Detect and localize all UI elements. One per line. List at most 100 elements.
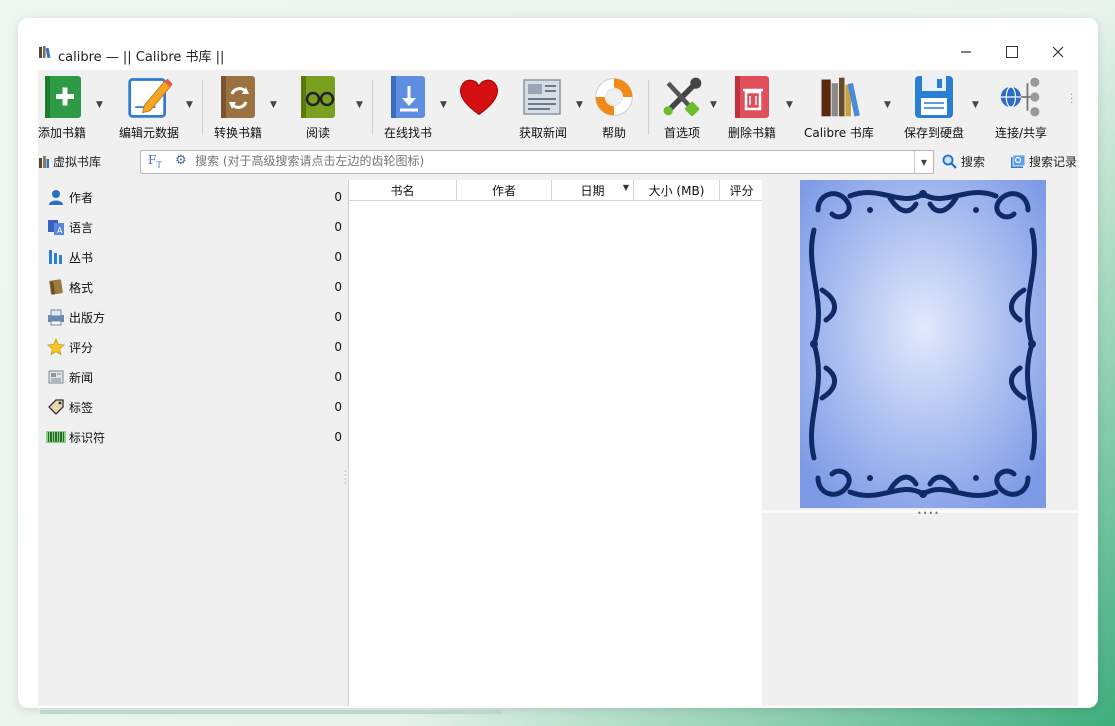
tag-category-languages[interactable]: A 语言 0 bbox=[46, 212, 342, 242]
connect-share-label: 连接/共享 bbox=[994, 126, 1048, 140]
tag-count: 0 bbox=[334, 400, 342, 414]
column-header-author[interactable]: 作者 bbox=[457, 180, 552, 200]
column-header-title[interactable]: 书名 bbox=[349, 180, 457, 200]
tag-category-news[interactable]: 新闻 0 bbox=[46, 362, 342, 392]
calibre-library-menu-arrow[interactable]: ▼ bbox=[884, 100, 892, 110]
tag-label: 作者 bbox=[69, 190, 94, 205]
fetch-news-label: 获取新闻 bbox=[518, 126, 567, 140]
book-details-area bbox=[762, 514, 1078, 706]
get-books-button[interactable]: 在线找书 bbox=[378, 72, 438, 142]
tag-label: 新闻 bbox=[69, 370, 94, 385]
remove-books-label: 删除书籍 bbox=[727, 126, 776, 140]
fetch-news-button[interactable]: 获取新闻 bbox=[514, 72, 572, 142]
tag-category-publisher[interactable]: 出版方 0 bbox=[46, 302, 342, 332]
person-icon bbox=[49, 190, 63, 205]
column-size-label: 大小 (MB) bbox=[648, 183, 705, 198]
maximize-icon bbox=[1006, 46, 1018, 58]
library-books-icon bbox=[821, 77, 860, 117]
edit-metadata-menu-arrow[interactable]: ▼ bbox=[186, 100, 194, 110]
tag-count: 0 bbox=[334, 250, 342, 264]
star-icon bbox=[47, 338, 65, 356]
add-book-icon bbox=[45, 76, 81, 118]
saved-searches-button[interactable]: 搜索记录 bbox=[1010, 153, 1077, 170]
column-header-rating[interactable]: 评分 bbox=[720, 180, 763, 200]
tag-browser: 作者 0 A 语言 0 丛书 0 格式 0 出版方 0 评分 0 新闻 0 标签… bbox=[38, 180, 348, 706]
tag-category-authors[interactable]: 作者 0 bbox=[46, 182, 342, 212]
donate-button[interactable] bbox=[452, 72, 506, 142]
save-to-disk-label: 保存到硬盘 bbox=[903, 126, 964, 140]
languages-icon: A bbox=[48, 220, 64, 235]
edit-metadata-label: 编辑元数据 bbox=[118, 126, 179, 140]
calibre-library-button[interactable]: Calibre 书库 bbox=[800, 72, 878, 142]
tag-category-series[interactable]: 丛书 0 bbox=[46, 242, 342, 272]
tag-category-tags[interactable]: 标签 0 bbox=[46, 392, 342, 422]
column-header-date[interactable]: 日期 ▼ bbox=[552, 180, 634, 200]
toolbar-separator bbox=[648, 80, 649, 135]
column-header-size[interactable]: 大小 (MB) bbox=[634, 180, 720, 200]
search-box: FT ⚙ bbox=[140, 150, 918, 174]
search-history-dropdown[interactable]: ▼ bbox=[914, 150, 934, 174]
fetch-news-menu-arrow[interactable]: ▼ bbox=[576, 100, 584, 110]
remove-books-menu-arrow[interactable]: ▼ bbox=[786, 100, 794, 110]
calibre-main-window: calibre — || Calibre 书库 || 添加书籍 ▼ 编辑元数据 … bbox=[18, 18, 1098, 708]
left-splitter-handle[interactable]: · · · · bbox=[344, 468, 347, 488]
tag-count: 0 bbox=[334, 190, 342, 204]
save-to-disk-button[interactable]: 保存到硬盘 bbox=[898, 72, 970, 142]
search-icon bbox=[942, 154, 957, 169]
remove-books-icon bbox=[735, 76, 769, 118]
tag-label: 标识符 bbox=[69, 430, 106, 445]
tag-count: 0 bbox=[334, 370, 342, 384]
main-toolbar: 添加书籍 ▼ 编辑元数据 ▼ 转换书籍 ▼ 阅读 ▼ 在线找书 ▼ 获取新闻 ▼… bbox=[38, 70, 1078, 144]
tag-category-formats[interactable]: 格式 0 bbox=[46, 272, 342, 302]
full-text-search-icon[interactable]: FT bbox=[148, 153, 162, 169]
help-button[interactable]: 帮助 bbox=[588, 72, 640, 142]
virtual-library-button[interactable]: 虚拟书库 bbox=[38, 153, 101, 170]
advanced-search-gear-icon[interactable]: ⚙ bbox=[175, 153, 187, 168]
add-books-label: 添加书籍 bbox=[37, 126, 86, 140]
series-icon bbox=[49, 250, 62, 264]
preferences-menu-arrow[interactable]: ▼ bbox=[710, 100, 718, 110]
minimize-button[interactable] bbox=[954, 40, 978, 64]
connect-share-button[interactable]: 连接/共享 bbox=[986, 72, 1056, 142]
remove-books-button[interactable]: 删除书籍 bbox=[722, 72, 782, 142]
tag-label: 丛书 bbox=[69, 250, 94, 265]
title-bar: calibre — || Calibre 书库 || bbox=[18, 18, 1098, 68]
convert-books-menu-arrow[interactable]: ▼ bbox=[270, 100, 278, 110]
maximize-button[interactable] bbox=[1000, 40, 1024, 64]
close-button[interactable] bbox=[1046, 40, 1070, 64]
preferences-tools-icon bbox=[663, 77, 702, 117]
get-books-menu-arrow[interactable]: ▼ bbox=[440, 100, 448, 110]
read-menu-arrow[interactable]: ▼ bbox=[356, 100, 364, 110]
tag-label: 标签 bbox=[69, 400, 94, 415]
read-button[interactable]: 阅读 bbox=[288, 72, 348, 142]
save-to-disk-menu-arrow[interactable]: ▼ bbox=[972, 100, 980, 110]
tag-category-rating[interactable]: 评分 0 bbox=[46, 332, 342, 362]
add-books-menu-arrow[interactable]: ▼ bbox=[96, 100, 104, 110]
convert-books-button[interactable]: 转换书籍 bbox=[208, 72, 268, 142]
calibre-library-label: Calibre 书库 bbox=[804, 126, 874, 140]
book-details-panel: •••• bbox=[762, 180, 1078, 706]
window-title: calibre — || Calibre 书库 || bbox=[58, 50, 225, 65]
edit-metadata-icon bbox=[128, 78, 172, 118]
minimize-icon bbox=[961, 51, 971, 53]
virtual-library-label: 虚拟书库 bbox=[53, 155, 102, 169]
column-date-label: 日期 bbox=[580, 183, 605, 198]
tag-label: 出版方 bbox=[69, 310, 106, 325]
tag-category-identifiers[interactable]: 标识符 0 bbox=[46, 422, 342, 452]
search-input[interactable] bbox=[195, 151, 905, 171]
svg-text:A: A bbox=[57, 226, 63, 235]
convert-books-icon bbox=[221, 76, 255, 118]
horizontal-scrollbar[interactable] bbox=[40, 710, 502, 714]
toolbar-overflow-handle[interactable]: · · · bbox=[1070, 91, 1073, 109]
search-button[interactable]: 搜索 bbox=[942, 153, 985, 170]
saved-search-icon bbox=[1011, 154, 1026, 168]
sort-descending-icon: ▼ bbox=[622, 183, 629, 192]
get-books-icon bbox=[391, 76, 425, 118]
tag-count: 0 bbox=[334, 340, 342, 354]
book-list-header: 书名 作者 日期 ▼ 大小 (MB) 评分 bbox=[349, 180, 763, 201]
edit-metadata-button[interactable]: 编辑元数据 bbox=[114, 72, 184, 142]
add-books-button[interactable]: 添加书籍 bbox=[34, 72, 90, 142]
tag-count: 0 bbox=[334, 310, 342, 324]
help-label: 帮助 bbox=[601, 126, 626, 140]
preferences-button[interactable]: 首选项 bbox=[652, 72, 712, 142]
